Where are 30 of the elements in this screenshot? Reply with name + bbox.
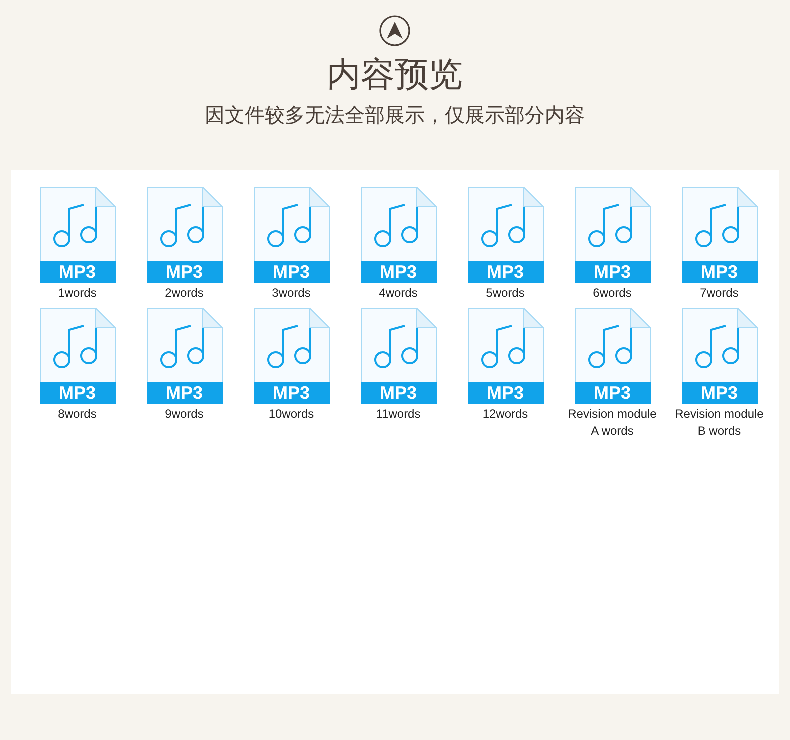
file-name: 5words: [485, 285, 526, 302]
file-type-label: MP3: [254, 261, 330, 283]
file-type-label: MP3: [682, 382, 758, 404]
file-name: Revision module A words: [568, 406, 658, 440]
file-type-label: MP3: [146, 261, 222, 283]
file-type-label: MP3: [40, 261, 116, 283]
file-type-label: MP3: [682, 261, 758, 283]
file-name: 9words: [164, 406, 205, 423]
file-name: 2words: [164, 285, 205, 302]
file-type-label: MP3: [360, 261, 436, 283]
file-type-label: MP3: [468, 261, 544, 283]
page-subtitle: 因文件较多无法全部展示，仅展示部分内容: [205, 102, 585, 129]
file-name: 3words: [271, 285, 312, 302]
file-name: Revision module B words: [674, 406, 764, 440]
file-type-label: MP3: [574, 261, 650, 283]
file-name: 12words: [482, 406, 530, 423]
file-type-label: MP3: [40, 382, 116, 404]
file-name: 11words: [375, 406, 422, 423]
file-name: 10words: [268, 406, 316, 423]
file-type-label: MP3: [468, 382, 544, 404]
file-type-label: MP3: [360, 382, 436, 404]
file-name: 1words: [57, 285, 98, 302]
file-type-label: MP3: [254, 382, 330, 404]
file-type-label: MP3: [574, 382, 650, 404]
file-name: 8words: [57, 406, 98, 423]
file-name: 4words: [378, 285, 419, 302]
file-name: 7words: [699, 285, 740, 302]
page-title: 内容预览: [327, 54, 463, 97]
file-type-label: MP3: [146, 382, 222, 404]
file-name: 6words: [592, 285, 633, 302]
